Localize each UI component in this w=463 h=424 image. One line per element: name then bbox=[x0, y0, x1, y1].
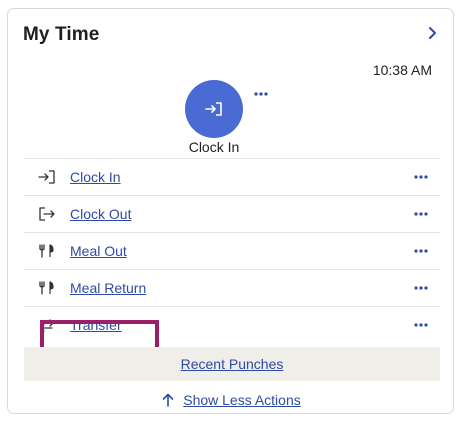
clock-in-icon bbox=[38, 170, 55, 184]
transfer-icon bbox=[40, 319, 54, 332]
action-row-meal-return: Meal Return bbox=[24, 269, 440, 306]
utensils-icon bbox=[39, 281, 54, 295]
action-row-clock-in: Clock In bbox=[24, 158, 440, 195]
card-title: My Time bbox=[23, 24, 100, 45]
transfer-link[interactable]: Transfer bbox=[70, 317, 122, 333]
action-row-clock-out: Clock Out bbox=[24, 195, 440, 232]
clock-in-link[interactable]: Clock In bbox=[70, 169, 121, 185]
more-options-icon[interactable] bbox=[413, 246, 429, 256]
punch-button-label: Clock In bbox=[188, 139, 240, 155]
utensils-icon bbox=[39, 244, 54, 258]
clock-out-link[interactable]: Clock Out bbox=[70, 206, 131, 222]
show-less-actions-button[interactable]: Show Less Actions bbox=[8, 390, 455, 410]
show-less-actions-label: Show Less Actions bbox=[183, 392, 301, 408]
clock-in-icon bbox=[205, 102, 222, 116]
meal-out-link[interactable]: Meal Out bbox=[70, 243, 127, 259]
more-options-icon[interactable] bbox=[413, 320, 429, 330]
current-time: 10:38 AM bbox=[372, 62, 432, 78]
recent-punches-link[interactable]: Recent Punches bbox=[181, 356, 284, 372]
meal-return-link[interactable]: Meal Return bbox=[70, 280, 146, 296]
clock-in-punch-button[interactable] bbox=[185, 80, 243, 138]
more-options-icon[interactable] bbox=[413, 209, 429, 219]
arrow-up-icon bbox=[162, 393, 174, 407]
more-options-icon[interactable] bbox=[413, 172, 429, 182]
action-row-meal-out: Meal Out bbox=[24, 232, 440, 269]
more-options-icon[interactable] bbox=[413, 283, 429, 293]
action-row-transfer: Transfer bbox=[24, 306, 440, 343]
actions-list: Clock In Clock Out Meal Out Meal Return … bbox=[24, 158, 440, 343]
recent-punches-bar: Recent Punches bbox=[24, 347, 440, 381]
chevron-right-icon[interactable] bbox=[425, 25, 439, 41]
clock-out-icon bbox=[39, 207, 55, 221]
more-options-icon[interactable] bbox=[253, 89, 269, 99]
my-time-card: My Time 10:38 AM Clock In Clock In Clock… bbox=[7, 8, 454, 414]
